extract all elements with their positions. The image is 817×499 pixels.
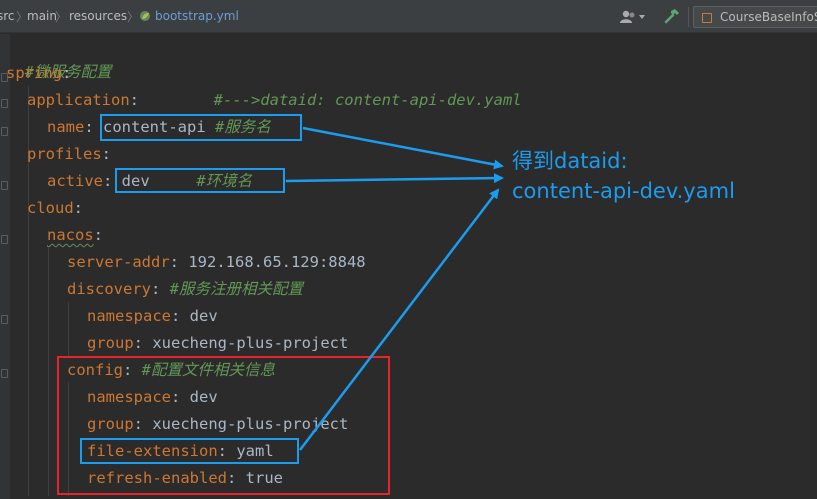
- arrow-from-file-extension: [299, 188, 500, 451]
- annotation-line-2: content-api-dev.yaml: [512, 179, 735, 203]
- annotation-arrows: [285, 126, 504, 451]
- arrow-from-name: [302, 126, 504, 170]
- annotation-note: 得到dataid: content-api-dev.yaml: [512, 146, 812, 206]
- arrow-from-active: [285, 173, 504, 184]
- annotation-line-1: 得到dataid:: [512, 149, 628, 173]
